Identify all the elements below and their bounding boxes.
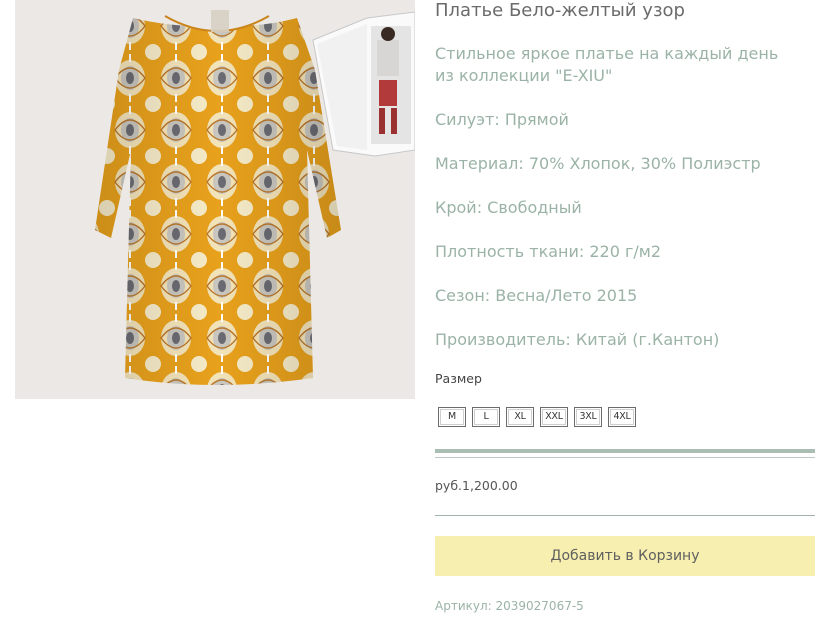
- size-option-xxl[interactable]: XXL: [540, 407, 568, 427]
- attribute-cut: Крой: Свободный: [435, 198, 582, 217]
- dress-photo: [15, 0, 415, 399]
- attribute-manufacturer: Производитель: Китай (г.Кантон): [435, 330, 720, 349]
- size-option-4xl[interactable]: 4XL: [608, 407, 636, 427]
- size-option-xl[interactable]: XL: [506, 407, 534, 427]
- product-price: руб.1,200.00: [435, 478, 518, 493]
- size-option-l[interactable]: L: [472, 407, 500, 427]
- product-title: Платье Бело-желтый узор: [435, 0, 685, 21]
- attribute-season: Сезон: Весна/Лето 2015: [435, 286, 638, 305]
- size-selector: M L XL XXL 3XL 4XL: [438, 407, 636, 427]
- size-option-3xl[interactable]: 3XL: [574, 407, 602, 427]
- product-sku: Артикул: 2039027067-5: [435, 599, 584, 613]
- attribute-silhouette: Силуэт: Прямой: [435, 110, 569, 129]
- size-option-m[interactable]: M: [438, 407, 466, 427]
- product-description: Стильное яркое платье на каждый день из …: [435, 44, 779, 85]
- divider: [435, 515, 815, 516]
- add-to-cart-button[interactable]: Добавить в Корзину: [435, 536, 815, 576]
- attribute-material: Материал: 70% Хлопок, 30% Полиэстр: [435, 154, 761, 173]
- divider: [435, 457, 815, 458]
- divider: [435, 449, 815, 453]
- product-image[interactable]: [15, 0, 415, 399]
- attribute-density: Плотность ткани: 220 г/м2: [435, 242, 662, 261]
- size-label: Размер: [435, 371, 482, 386]
